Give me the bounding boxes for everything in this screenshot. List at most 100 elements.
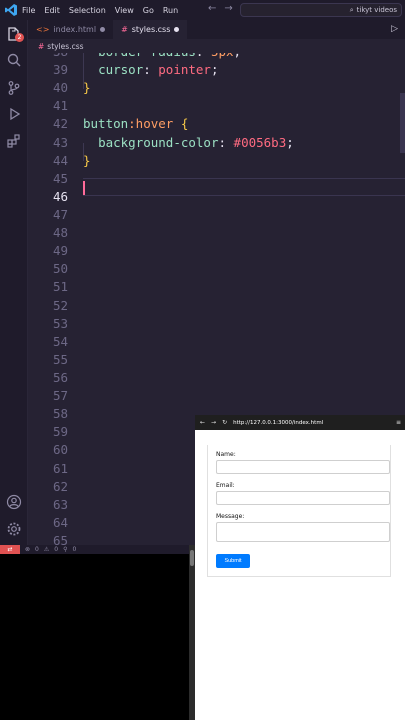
activity-bar: 2 bbox=[0, 20, 28, 545]
email-field[interactable] bbox=[216, 491, 390, 505]
title-bar: File Edit Selection View Go Run ← → ⌕ ti… bbox=[0, 0, 405, 20]
html-file-icon: <> bbox=[36, 25, 50, 34]
text-cursor bbox=[83, 181, 85, 195]
status-bar: ⇄ ⊗ 0 ⚠ 0 ⚲ 0 bbox=[0, 545, 190, 554]
name-label: Name: bbox=[216, 451, 236, 458]
url-bar[interactable]: http://127.0.0.1:3000/index.html bbox=[233, 420, 323, 426]
tab-styles-css[interactable]: # styles.css bbox=[113, 20, 188, 39]
menu-go[interactable]: Go bbox=[143, 6, 154, 15]
email-label: Email: bbox=[216, 482, 235, 489]
code-line-40: } bbox=[83, 80, 91, 96]
search-icon: ⌕ bbox=[349, 5, 354, 14]
line-number: 49 bbox=[52, 243, 68, 259]
tab-label: styles.css bbox=[131, 25, 171, 34]
line-number: 38 bbox=[28, 53, 70, 61]
line-number: 58 bbox=[52, 406, 68, 422]
contact-form: Name: Email: Message: Submit bbox=[207, 445, 391, 577]
extensions-icon[interactable] bbox=[6, 133, 22, 149]
line-number: 65 bbox=[52, 532, 68, 545]
line-number: 45 bbox=[52, 170, 68, 186]
search-icon[interactable] bbox=[6, 52, 22, 68]
explorer-badge: 2 bbox=[15, 33, 24, 42]
code-line-39: cursor: pointer; bbox=[98, 62, 219, 78]
css-file-icon: # bbox=[38, 41, 45, 51]
unsaved-dot-icon[interactable] bbox=[100, 27, 106, 32]
line-number: 53 bbox=[52, 315, 68, 331]
line-number: 64 bbox=[52, 514, 68, 530]
drag-grip-icon[interactable] bbox=[190, 550, 194, 566]
menu-bar: File Edit Selection View Go Run bbox=[22, 6, 187, 15]
browser-toolbar: ← → ↻ http://127.0.0.1:3000/index.html ≡ bbox=[195, 415, 405, 430]
line-number: 62 bbox=[52, 478, 68, 494]
line-number: 48 bbox=[52, 225, 68, 241]
menu-selection[interactable]: Selection bbox=[69, 6, 106, 15]
unsaved-dot-icon[interactable] bbox=[174, 27, 180, 32]
command-search-box[interactable]: ⌕ tikyt videos bbox=[240, 3, 402, 17]
line-number: 43 bbox=[52, 134, 68, 150]
line-number: 46 bbox=[52, 188, 68, 204]
warnings-count: 0 bbox=[54, 546, 59, 553]
reload-icon[interactable]: ↻ bbox=[222, 419, 227, 426]
editor-scrollbar[interactable] bbox=[400, 93, 405, 153]
line-number: 44 bbox=[52, 152, 68, 168]
forward-arrow-icon[interactable]: → bbox=[224, 3, 232, 14]
line-number: 41 bbox=[52, 98, 68, 114]
empty-panel bbox=[0, 554, 190, 720]
message-textarea[interactable] bbox=[216, 522, 390, 542]
forward-arrow-icon[interactable]: → bbox=[211, 419, 216, 426]
css-file-icon: # bbox=[121, 25, 128, 34]
screen: File Edit Selection View Go Run ← → ⌕ ti… bbox=[0, 0, 405, 720]
code-line-43: background-color: #0056b3; bbox=[98, 134, 294, 150]
menu-view[interactable]: View bbox=[115, 6, 134, 15]
back-arrow-icon[interactable]: ← bbox=[200, 419, 205, 426]
code-line-44: } bbox=[83, 152, 91, 168]
source-control-icon[interactable] bbox=[6, 80, 22, 96]
back-arrow-icon[interactable]: ← bbox=[208, 3, 216, 14]
tab-label: index.html bbox=[53, 25, 97, 34]
editor-tab-bar: <> index.html # styles.css ▷ bbox=[28, 20, 405, 39]
line-number: 55 bbox=[52, 351, 68, 367]
message-label: Message: bbox=[216, 513, 245, 520]
menu-file[interactable]: File bbox=[22, 6, 35, 15]
search-text: tikyt videos bbox=[356, 6, 397, 14]
line-number: 61 bbox=[52, 460, 68, 476]
breadcrumb: # styles.css bbox=[28, 39, 405, 53]
line-number: 51 bbox=[52, 279, 68, 295]
code-line-38: border-radius: 5px; bbox=[83, 53, 403, 61]
settings-gear-icon[interactable] bbox=[6, 521, 22, 537]
name-field[interactable] bbox=[216, 460, 390, 474]
line-number: 52 bbox=[52, 297, 68, 313]
line-number: 56 bbox=[52, 369, 68, 385]
breadcrumb-file[interactable]: styles.css bbox=[47, 42, 83, 51]
warnings-icon[interactable]: ⚠ bbox=[44, 546, 49, 553]
submit-button[interactable]: Submit bbox=[216, 554, 250, 568]
line-number: 54 bbox=[52, 333, 68, 349]
vscode-logo-icon bbox=[0, 0, 22, 20]
account-icon[interactable] bbox=[6, 494, 22, 510]
menu-edit[interactable]: Edit bbox=[44, 6, 60, 15]
errors-icon[interactable]: ⊗ bbox=[25, 546, 30, 553]
tab-index-html[interactable]: <> index.html bbox=[28, 20, 113, 39]
line-number: 50 bbox=[52, 261, 68, 277]
browser-preview: ← → ↻ http://127.0.0.1:3000/index.html ≡… bbox=[195, 415, 405, 720]
line-number: 47 bbox=[52, 206, 68, 222]
current-line-highlight bbox=[83, 178, 405, 196]
line-number: 39 bbox=[52, 62, 68, 78]
line-number: 57 bbox=[52, 388, 68, 404]
code-line-42: button:hover { bbox=[83, 116, 189, 132]
line-number: 40 bbox=[52, 80, 68, 96]
remote-indicator-icon[interactable]: ⇄ bbox=[0, 545, 20, 554]
run-debug-icon[interactable] bbox=[6, 106, 22, 122]
menu-hamburger-icon[interactable]: ≡ bbox=[396, 419, 401, 426]
line-number: 60 bbox=[52, 442, 68, 458]
nav-arrows: ← → bbox=[208, 3, 233, 14]
ports-count: 0 bbox=[72, 546, 77, 553]
line-number-gutter: 3839 40 41 42 43 44 45 46 47 48 49 50 51 52 53 54 55 56 57… bbox=[28, 53, 70, 545]
code-content[interactable]: border-radius: 5px; cursor: pointer; } b… bbox=[83, 53, 403, 170]
run-play-icon[interactable]: ▷ bbox=[391, 24, 398, 34]
menu-run[interactable]: Run bbox=[163, 6, 178, 15]
errors-count: 0 bbox=[35, 546, 39, 553]
line-number: 42 bbox=[52, 116, 68, 132]
ports-icon[interactable]: ⚲ bbox=[63, 546, 67, 553]
